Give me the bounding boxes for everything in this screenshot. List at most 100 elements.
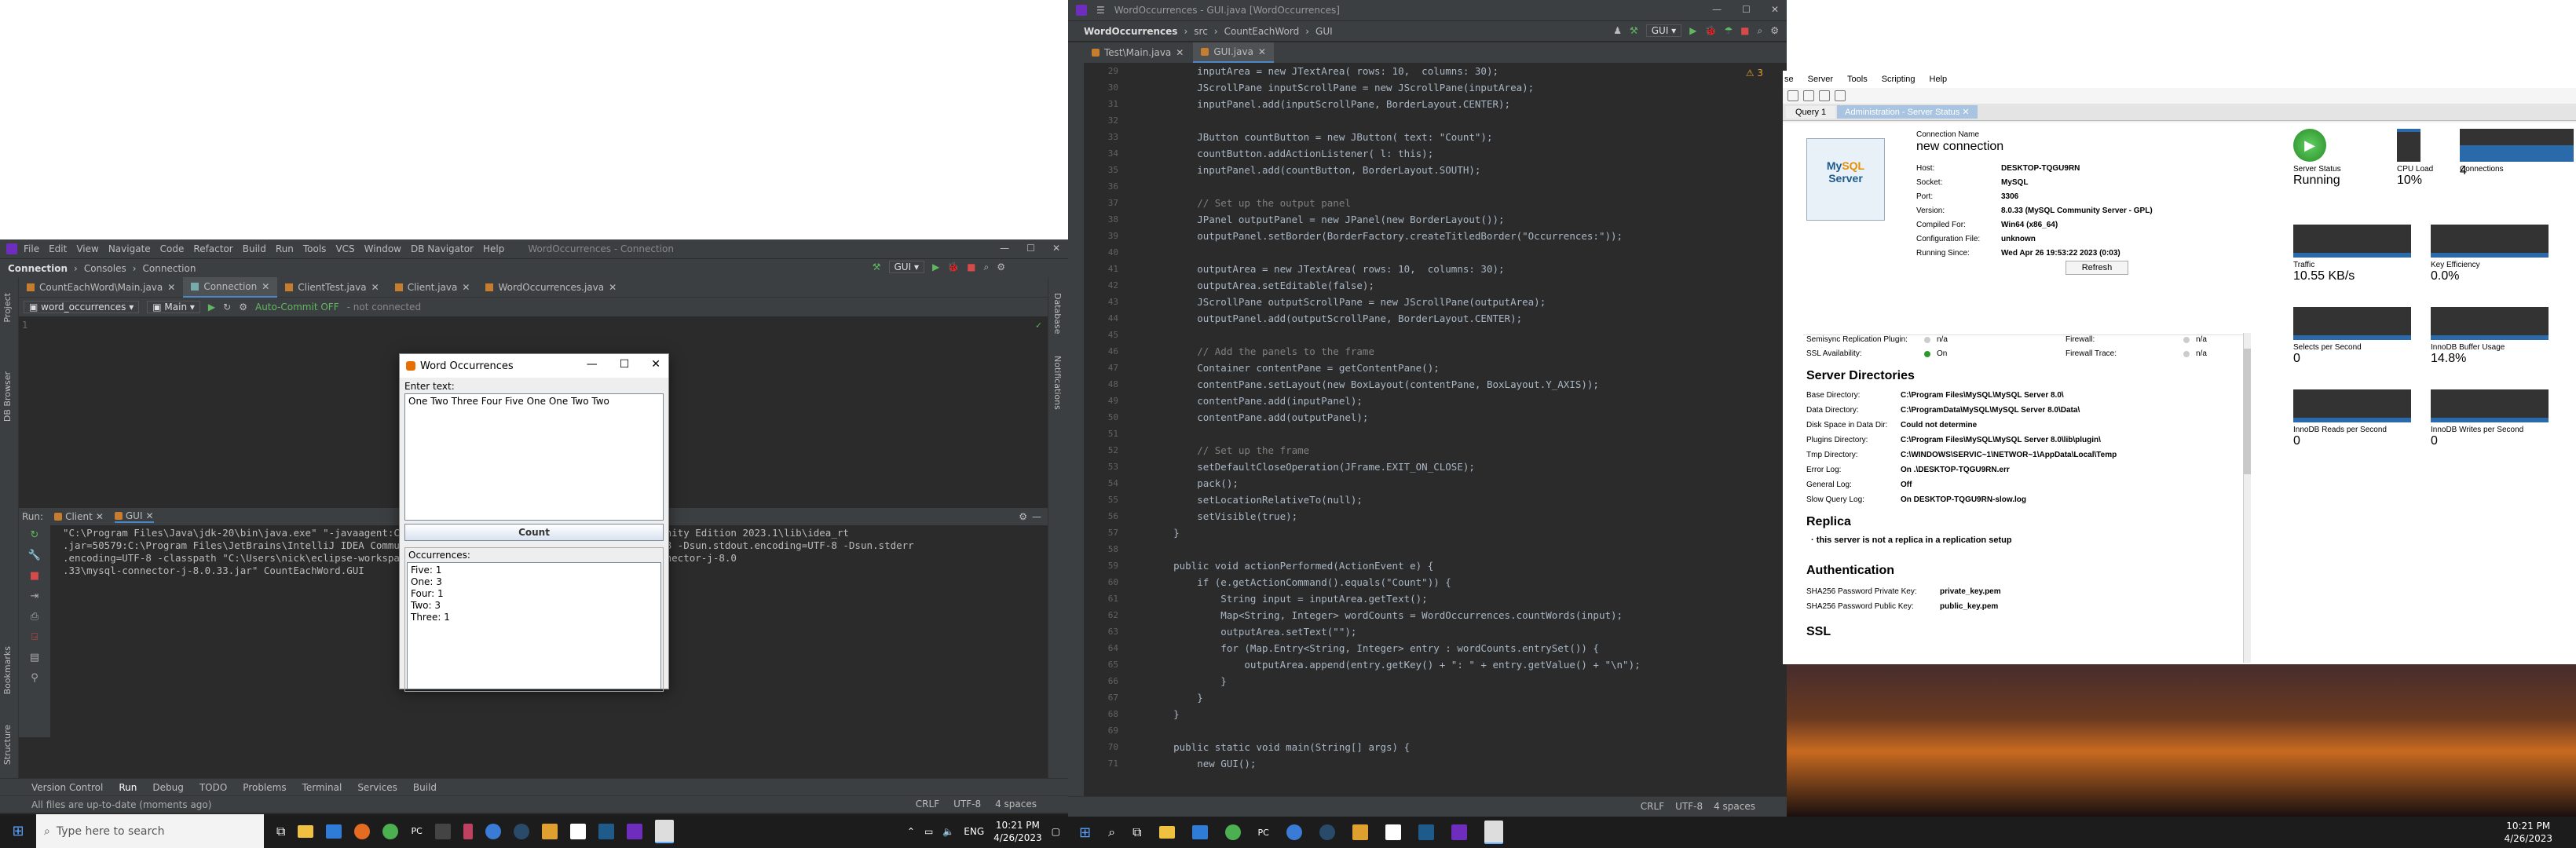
notification-icon[interactable]: ▢ xyxy=(1052,826,1060,837)
editor-tab[interactable]: ClientTest.java ✕ xyxy=(277,277,386,298)
tool-tab-debug[interactable]: Debug xyxy=(152,782,183,793)
wb-menu-item[interactable]: se xyxy=(1784,75,1794,84)
close-icon[interactable]: ✕ xyxy=(371,282,379,293)
steam-icon[interactable] xyxy=(513,823,529,839)
warning-badge[interactable]: ⚠ 3 xyxy=(1746,68,1763,79)
app3-icon[interactable] xyxy=(485,823,501,839)
tool-tab-todo[interactable]: TODO xyxy=(199,782,227,793)
run-icon[interactable]: ▶ xyxy=(932,261,939,272)
close-icon[interactable]: ✕ xyxy=(1052,243,1060,254)
app4-icon[interactable] xyxy=(541,823,558,839)
count-button[interactable]: Count xyxy=(404,524,664,541)
close-icon[interactable]: ✕ xyxy=(262,281,269,292)
tab-server-status[interactable]: Administration - Server Status ✕ xyxy=(1837,105,1978,119)
file-explorer-icon[interactable] xyxy=(1158,826,1175,839)
hamburger-icon[interactable]: ☰ xyxy=(1096,5,1105,16)
close-icon[interactable]: ✕ xyxy=(609,282,617,293)
wrench-icon[interactable]: 🔧 xyxy=(19,546,50,566)
tab-query-1[interactable]: Query 1 xyxy=(1786,105,1836,119)
intellij-icon[interactable] xyxy=(1451,824,1467,840)
menu-item-refactor[interactable]: Refactor xyxy=(193,243,232,254)
breadcrumb-2[interactable]: Connection xyxy=(143,263,196,274)
maximize-icon[interactable]: ☐ xyxy=(620,358,630,371)
run-config-select[interactable]: GUI ▾ xyxy=(888,261,924,273)
tool-tab-run[interactable]: Run xyxy=(119,782,137,793)
breadcrumb-0[interactable]: WordOccurrences xyxy=(1084,26,1177,37)
execute-icon[interactable]: ▶ xyxy=(208,302,215,313)
file-explorer-icon[interactable] xyxy=(298,824,314,838)
app4-icon[interactable] xyxy=(1352,824,1368,840)
task-view-icon[interactable]: ⧉ xyxy=(1132,824,1141,840)
windows-start-icon[interactable]: ⊞ xyxy=(1079,824,1091,841)
gear-icon[interactable]: ⚙ xyxy=(1019,511,1027,522)
run-config-select[interactable]: GUI ▾ xyxy=(1645,24,1682,37)
autocommit-label[interactable]: Auto-Commit OFF xyxy=(255,302,339,313)
hide-icon[interactable]: — xyxy=(1032,511,1041,522)
stop-icon[interactable]: ■ xyxy=(1740,25,1749,36)
conn-select[interactable]: ▣ word_occurrences ▾ xyxy=(24,301,140,313)
tool-tab-services[interactable]: Services xyxy=(357,782,397,793)
input-textarea[interactable]: One Two Three Four Five One One Two Two xyxy=(404,393,664,521)
chrome-icon[interactable] xyxy=(1224,824,1241,840)
debug-icon[interactable]: 🐞 xyxy=(1704,25,1716,36)
close-icon[interactable]: ✕ xyxy=(651,358,660,371)
minimize-icon[interactable]: — xyxy=(587,358,598,371)
side-tab-project[interactable]: Project xyxy=(2,293,13,323)
line-sep[interactable]: CRLF xyxy=(1641,801,1664,812)
breadcrumb-3[interactable]: GUI xyxy=(1315,26,1333,37)
wb-menu-item[interactable]: Scripting xyxy=(1882,75,1916,84)
editor-tab[interactable]: Client.java ✕ xyxy=(387,277,478,298)
wb-menu-item[interactable]: Tools xyxy=(1847,75,1868,84)
side-tab-db-browser[interactable]: DB Browser xyxy=(2,371,13,422)
editor-tab[interactable]: Connection ✕ xyxy=(183,276,278,298)
tool-tab-problems[interactable]: Problems xyxy=(243,782,286,793)
open-icon[interactable] xyxy=(1803,90,1814,101)
pc-icon[interactable]: PC xyxy=(1258,828,1269,838)
close-icon[interactable]: ✕ xyxy=(462,282,470,293)
menu-item-run[interactable]: Run xyxy=(276,243,294,254)
chrome-icon[interactable] xyxy=(382,823,399,839)
encoding[interactable]: UTF-8 xyxy=(953,799,981,810)
tray-chevron-icon[interactable]: ⌃ xyxy=(907,826,915,837)
pc-icon[interactable]: PC xyxy=(411,826,422,836)
menu-item-vcs[interactable]: VCS xyxy=(335,243,354,254)
restore-icon[interactable]: ⇥ xyxy=(19,587,50,607)
run-icon[interactable]: ▶ xyxy=(1689,25,1696,36)
indent[interactable]: 4 spaces xyxy=(995,799,1037,810)
breadcrumb-1[interactable]: Consoles xyxy=(84,263,126,274)
menu-item-help[interactable]: Help xyxy=(483,243,504,254)
menu-item-code[interactable]: Code xyxy=(160,243,185,254)
encoding[interactable]: UTF-8 xyxy=(1675,801,1703,812)
gear-icon[interactable]: ⚙ xyxy=(1770,25,1779,36)
app-icon[interactable] xyxy=(1286,824,1302,840)
menu-item-view[interactable]: View xyxy=(76,243,98,254)
run-tab-client[interactable]: Client ✕ xyxy=(54,511,104,522)
breadcrumb-1[interactable]: src xyxy=(1194,26,1208,37)
wb-menu-item[interactable]: Server xyxy=(1808,75,1833,84)
vertical-scrollbar[interactable] xyxy=(2243,333,2251,663)
java-icon[interactable] xyxy=(1484,821,1503,844)
language[interactable]: ENG xyxy=(964,826,984,837)
refresh-button[interactable]: Refresh xyxy=(2066,261,2128,275)
store-icon[interactable] xyxy=(1191,825,1208,839)
indent[interactable]: 4 spaces xyxy=(1714,801,1755,812)
side-tab-notifications[interactable]: Notifications xyxy=(1052,356,1063,410)
scroll-thumb[interactable] xyxy=(2244,349,2251,474)
gear-icon[interactable]: ⚙ xyxy=(239,302,247,313)
intellij-icon[interactable] xyxy=(626,823,642,839)
menu-item-window[interactable]: Window xyxy=(364,243,401,254)
steam-icon[interactable] xyxy=(1319,824,1335,840)
task-view-icon[interactable]: ⧉ xyxy=(276,824,285,839)
app2-icon[interactable] xyxy=(463,823,473,839)
build-hammer-icon[interactable]: ⚒ xyxy=(873,261,881,272)
editor-tab[interactable]: WordOccurrences.java ✕ xyxy=(478,277,624,298)
tool-tab-version-control[interactable]: Version Control xyxy=(31,782,103,793)
rerun-icon[interactable]: ↻ xyxy=(19,525,50,546)
inspect-icon[interactable] xyxy=(1819,90,1830,101)
mysql-workbench-icon[interactable] xyxy=(1418,824,1434,840)
network-icon[interactable]: ▭ xyxy=(924,826,933,837)
tool-tab-terminal[interactable]: Terminal xyxy=(302,782,342,793)
search-icon[interactable]: ⌕ xyxy=(1758,25,1763,37)
pin-icon[interactable]: ⚲ xyxy=(19,668,50,689)
gear-icon[interactable]: ⚙ xyxy=(997,261,1005,272)
